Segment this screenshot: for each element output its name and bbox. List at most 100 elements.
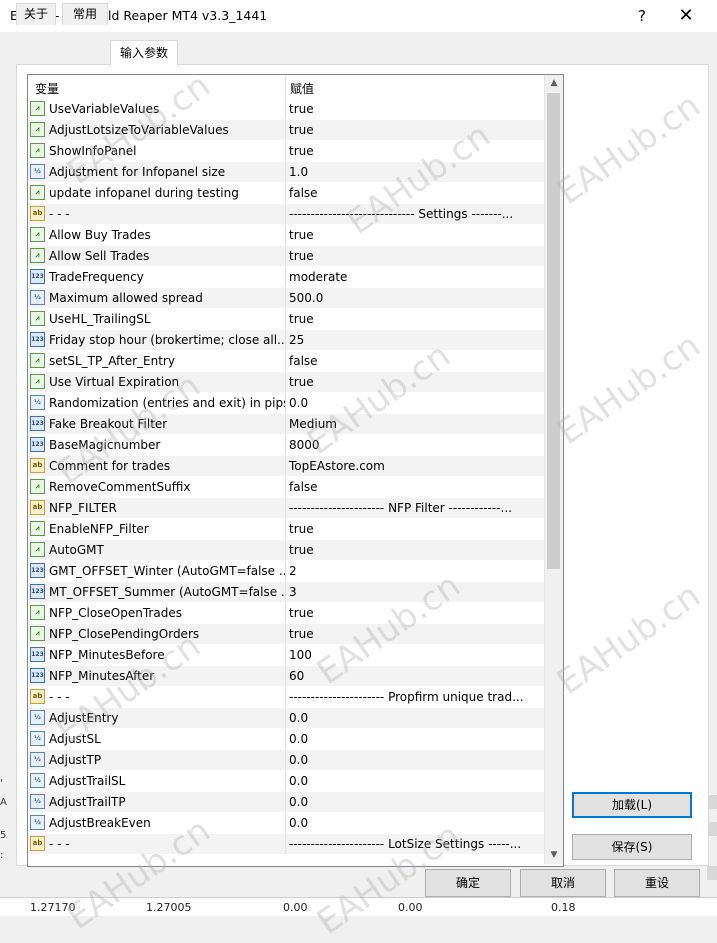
parameter-name-cell[interactable]: ⩘ NFP_CloseOpenTrades xyxy=(28,603,286,623)
parameter-name-cell[interactable]: ⩘ NFP_ClosePendingOrders xyxy=(28,624,286,644)
parameter-name-cell[interactable]: ab - - - xyxy=(28,204,286,224)
parameter-row[interactable]: ½ Adjustment for Infopanel size 1.0 xyxy=(28,162,544,183)
parameter-name-cell[interactable]: ½ AdjustBreakEven xyxy=(28,813,286,833)
parameter-row[interactable]: ⩘ Use Virtual Expiration true xyxy=(28,372,544,393)
parameter-value-cell[interactable]: 3 xyxy=(286,582,544,602)
load-button[interactable]: 加载(L) xyxy=(572,792,692,818)
parameter-row[interactable]: ab - - - ----------------------------- Set… xyxy=(28,204,544,225)
parameter-row[interactable]: ½ AdjustTP 0.0 xyxy=(28,750,544,771)
tab-inputs[interactable]: 输入参数 xyxy=(110,40,178,66)
parameter-value[interactable]: true xyxy=(289,627,314,641)
parameter-value[interactable]: 0.0 xyxy=(289,774,308,788)
parameter-value-cell[interactable]: true xyxy=(286,372,544,392)
parameter-row[interactable]: ⩘ setSL_TP_After_Entry false xyxy=(28,351,544,372)
parameter-name-cell[interactable]: ⩘ RemoveCommentSuffix xyxy=(28,477,286,497)
parameter-name-cell[interactable]: ⩘ UseHL_TrailingSL xyxy=(28,309,286,329)
parameter-value[interactable]: ---------------------- NFP Filter ------… xyxy=(289,501,512,515)
parameter-value-cell[interactable]: true xyxy=(286,246,544,266)
parameter-value[interactable]: moderate xyxy=(289,270,347,284)
parameter-row[interactable]: ½ AdjustTrailSL 0.0 xyxy=(28,771,544,792)
parameter-value-cell[interactable]: true xyxy=(286,309,544,329)
parameter-value-cell[interactable]: 8000 xyxy=(286,435,544,455)
parameter-name-cell[interactable]: ½ Maximum allowed spread xyxy=(28,288,286,308)
parameter-value[interactable]: ---------------------- LotSize Settings … xyxy=(289,837,521,851)
column-header-value[interactable]: 赋值 xyxy=(290,80,314,97)
parameter-name-cell[interactable]: 123 NFP_MinutesBefore xyxy=(28,645,286,665)
parameter-value[interactable]: true xyxy=(289,375,314,389)
parameter-value[interactable]: 1.0 xyxy=(289,165,308,179)
parameter-row[interactable]: ⩘ Allow Buy Trades true xyxy=(28,225,544,246)
parameter-name-cell[interactable]: ⩘ UseVariableValues xyxy=(28,99,286,119)
parameter-value-cell[interactable]: true xyxy=(286,99,544,119)
parameter-value[interactable]: 0.0 xyxy=(289,795,308,809)
parameter-name-cell[interactable]: ½ AdjustEntry xyxy=(28,708,286,728)
parameter-value-cell[interactable]: Medium xyxy=(286,414,544,434)
parameter-value[interactable]: 0.0 xyxy=(289,732,308,746)
parameter-value[interactable]: 60 xyxy=(289,669,304,683)
parameter-value-cell[interactable]: ----------------------------- Settings -… xyxy=(286,204,544,224)
parameter-value-cell[interactable]: TopEAstore.com xyxy=(286,456,544,476)
save-button[interactable]: 保存(S) xyxy=(572,834,692,860)
parameter-value-cell[interactable]: 2 xyxy=(286,561,544,581)
parameter-name-cell[interactable]: ab Comment for trades xyxy=(28,456,286,476)
parameter-row[interactable]: 123 TradeFrequency moderate xyxy=(28,267,544,288)
parameter-value[interactable]: false xyxy=(289,186,318,200)
parameter-name-cell[interactable]: 123 GMT_OFFSET_Winter (AutoGMT=false ... xyxy=(28,561,286,581)
parameter-value[interactable]: 0.0 xyxy=(289,711,308,725)
parameter-value[interactable]: ---------------------- Propfirm unique t… xyxy=(289,690,524,704)
parameter-value-cell[interactable]: true xyxy=(286,540,544,560)
parameter-row[interactable]: ab - - - ---------------------- LotSize Se… xyxy=(28,834,544,855)
parameter-name-cell[interactable]: ½ AdjustTrailSL xyxy=(28,771,286,791)
parameter-value[interactable]: 100 xyxy=(289,648,312,662)
parameter-name-cell[interactable]: ⩘ Allow Sell Trades xyxy=(28,246,286,266)
parameter-row[interactable]: ⩘ AutoGMT true xyxy=(28,540,544,561)
parameter-name-cell[interactable]: ⩘ Allow Buy Trades xyxy=(28,225,286,245)
parameter-row[interactable]: ab Comment for trades TopEAstore.com xyxy=(28,456,544,477)
parameter-row[interactable]: 123 Friday stop hour (brokertime; close a… xyxy=(28,330,544,351)
parameter-row[interactable]: ab NFP_FILTER ---------------------- NFP F… xyxy=(28,498,544,519)
vertical-scrollbar[interactable]: ▲ ▼ xyxy=(544,75,563,864)
parameter-value[interactable]: false xyxy=(289,480,318,494)
parameter-value[interactable]: 0.0 xyxy=(289,753,308,767)
parameter-value[interactable]: 0.0 xyxy=(289,816,308,830)
parameter-value[interactable]: ----------------------------- Settings -… xyxy=(289,207,513,221)
parameter-value[interactable]: true xyxy=(289,228,314,242)
parameter-row[interactable]: 123 NFP_MinutesBefore 100 xyxy=(28,645,544,666)
parameter-value-cell[interactable]: false xyxy=(286,351,544,371)
parameter-value[interactable]: true xyxy=(289,543,314,557)
parameter-name-cell[interactable]: 123 Friday stop hour (brokertime; close a… xyxy=(28,330,286,350)
parameter-name-cell[interactable]: ½ AdjustSL xyxy=(28,729,286,749)
parameter-name-cell[interactable]: ½ AdjustTrailTP xyxy=(28,792,286,812)
parameter-name-cell[interactable]: ab - - - xyxy=(28,834,286,854)
parameter-value[interactable]: true xyxy=(289,144,314,158)
parameter-value-cell[interactable]: true xyxy=(286,120,544,140)
tab-common[interactable]: 常用 xyxy=(62,3,108,25)
parameter-row[interactable]: ⩘ Allow Sell Trades true xyxy=(28,246,544,267)
parameter-name-cell[interactable]: ⩘ update infopanel during testing xyxy=(28,183,286,203)
parameter-value[interactable]: 25 xyxy=(289,333,304,347)
parameter-row[interactable]: ⩘ RemoveCommentSuffix false xyxy=(28,477,544,498)
parameter-value[interactable]: true xyxy=(289,123,314,137)
parameter-value-cell[interactable]: true xyxy=(286,603,544,623)
parameter-value[interactable]: false xyxy=(289,354,318,368)
parameter-value[interactable]: Medium xyxy=(289,417,337,431)
parameter-row[interactable]: ⩘ UseVariableValues true xyxy=(28,99,544,120)
help-button[interactable]: ? xyxy=(622,2,662,30)
parameter-value[interactable]: true xyxy=(289,249,314,263)
parameter-name-cell[interactable]: 123 NFP_MinutesAfter xyxy=(28,666,286,686)
parameter-value-cell[interactable]: true xyxy=(286,624,544,644)
parameter-value[interactable]: 8000 xyxy=(289,438,320,452)
parameter-row[interactable]: ⩘ NFP_ClosePendingOrders true xyxy=(28,624,544,645)
parameter-value[interactable]: true xyxy=(289,522,314,536)
parameter-value-cell[interactable]: 0.0 xyxy=(286,729,544,749)
parameter-name-cell[interactable]: ⩘ Use Virtual Expiration xyxy=(28,372,286,392)
parameter-value[interactable]: true xyxy=(289,102,314,116)
cancel-button[interactable]: 取消 xyxy=(520,869,606,897)
parameter-row[interactable]: 123 NFP_MinutesAfter 60 xyxy=(28,666,544,687)
parameter-value-cell[interactable]: false xyxy=(286,477,544,497)
parameter-row[interactable]: ½ AdjustEntry 0.0 xyxy=(28,708,544,729)
parameter-value[interactable]: 3 xyxy=(289,585,297,599)
parameter-name-cell[interactable]: 123 Fake Breakout Filter xyxy=(28,414,286,434)
parameters-grid[interactable]: 变量 赋值 ⩘ UseVariableValues true ⩘ AdjustLotsi… xyxy=(27,74,564,867)
parameter-row[interactable]: 123 Fake Breakout Filter Medium xyxy=(28,414,544,435)
